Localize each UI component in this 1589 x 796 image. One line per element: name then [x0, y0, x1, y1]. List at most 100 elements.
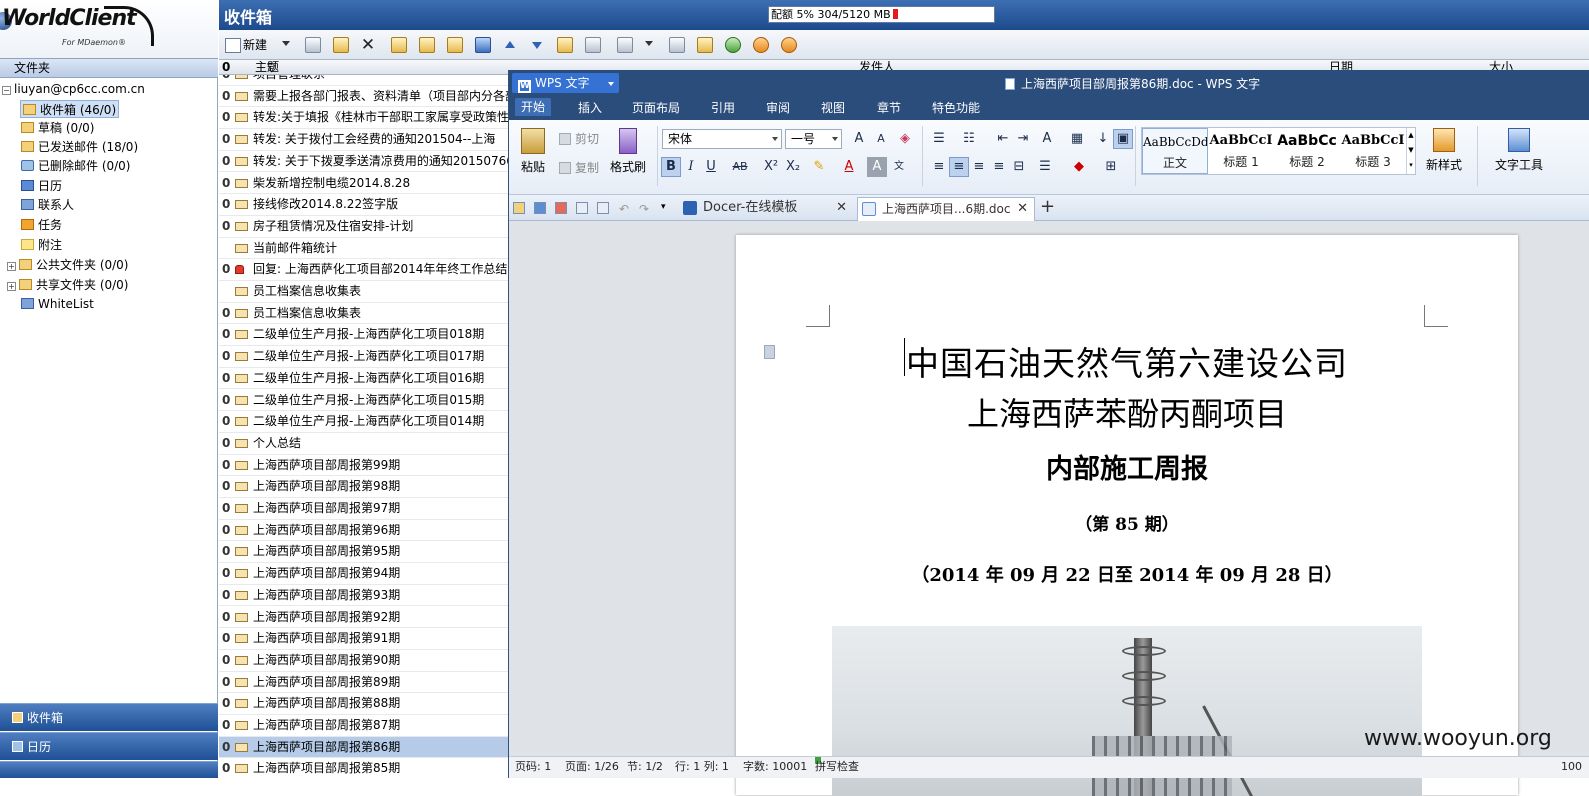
expand-icon[interactable]: + [7, 282, 16, 291]
nav-calendar-button[interactable]: 日历 [0, 732, 218, 760]
shrink-font-icon[interactable]: A [871, 129, 891, 149]
print-preview-icon[interactable] [597, 202, 609, 214]
message-row[interactable]: 0 项目管理联系 [219, 75, 509, 86]
folder-calendar[interactable]: 日历 [21, 177, 62, 195]
subscript-button[interactable]: X₂ [783, 157, 803, 177]
junk-icon[interactable] [475, 37, 491, 53]
message-row[interactable]: 0 上海西萨项目部周报第98期 [219, 476, 509, 498]
expand-icon[interactable]: + [7, 262, 16, 271]
message-row[interactable]: 0 上海西萨项目部周报第89期 [219, 672, 509, 694]
view-source-icon[interactable] [585, 37, 601, 53]
message-row[interactable]: 0 上海西萨项目部周报第88期 [219, 693, 509, 715]
reply-icon[interactable] [391, 37, 407, 53]
tab-review[interactable]: 审阅 [766, 100, 790, 116]
new-dropdown-icon[interactable] [282, 41, 290, 46]
line-spacing-icon[interactable]: ☰ [1035, 157, 1055, 177]
message-row[interactable]: 0 二级单位生产月报-上海西萨化工项目016期 [219, 368, 509, 390]
font-size-select[interactable]: 一号 [785, 129, 842, 149]
message-row[interactable]: 0 二级单位生产月报-上海西萨化工项目018期 [219, 324, 509, 347]
char-shading-button[interactable]: A [867, 157, 887, 177]
sort-icon[interactable]: ↓ [1093, 129, 1113, 149]
message-row[interactable]: 0 上海西萨项目部周报第95期 [219, 541, 509, 564]
folder-tasks[interactable]: 任务 [21, 216, 62, 234]
message-row[interactable]: 0 二级单位生产月报-上海西萨化工项目015期 [219, 390, 509, 412]
next-icon[interactable] [529, 37, 545, 53]
message-row[interactable]: 0 上海西萨项目部周报第93期 [219, 585, 509, 607]
layout-dropdown-icon[interactable] [645, 41, 653, 46]
document-page[interactable]: 中国石油天然气第六建设公司 上海西萨苯酚丙酮项目 内部施工周报 （第 85 期）… [736, 235, 1518, 796]
decrease-indent-icon[interactable]: ⇤ [993, 129, 1013, 149]
justify-icon[interactable]: ≡ [989, 157, 1009, 177]
style-normal[interactable]: AaBbCcDd 正文 [1142, 128, 1208, 174]
show-marks-icon[interactable]: ▣ [1113, 129, 1133, 149]
new-style-button[interactable]: 新样式 [1419, 128, 1469, 173]
save-icon[interactable] [534, 202, 546, 214]
print-icon[interactable] [305, 37, 321, 53]
hand-icon[interactable] [781, 37, 797, 53]
message-row[interactable]: 0 上海西萨项目部周报第96期 [219, 520, 509, 542]
folder-shared[interactable]: + 共享文件夹 (0/0) [7, 276, 129, 294]
copy-button[interactable]: 复制 [559, 159, 599, 176]
nav-more-button[interactable] [0, 761, 218, 778]
folder-deleted[interactable]: 已删除邮件 (0/0) [21, 157, 131, 175]
font-color-button[interactable]: A [839, 157, 859, 177]
forward-icon[interactable] [447, 37, 463, 53]
style-heading-1[interactable]: AaBbCcI 标题 1 [1208, 128, 1274, 174]
text-direction-icon[interactable]: A [1037, 129, 1057, 149]
attachment-column-icon[interactable]: 0 [222, 60, 230, 74]
tab-page-layout[interactable]: 页面布局 [632, 100, 680, 116]
message-row[interactable]: 0 上海西萨项目部周报第99期 [219, 455, 509, 477]
grow-font-icon[interactable]: A [849, 129, 869, 149]
print-icon[interactable] [576, 202, 588, 214]
message-row[interactable]: 0 上海西萨项目部周报第85期 [219, 758, 509, 778]
doc-tab-docer[interactable]: Docer-在线模板 ✕ [679, 197, 853, 221]
layout-icon[interactable] [617, 37, 633, 53]
folder-sent[interactable]: 已发送邮件 (18/0) [21, 138, 138, 156]
style-gallery-scroll[interactable]: ▲ ▼ ▾ [1406, 128, 1415, 174]
align-right-icon[interactable]: ≡ [969, 157, 989, 177]
sort-icon[interactable]: ▽ [267, 60, 276, 74]
redo-icon[interactable]: ↷ [639, 202, 651, 216]
highlight-icon[interactable]: ✎ [809, 157, 829, 177]
style-heading-3[interactable]: AaBbCcI 标题 3 [1340, 128, 1406, 174]
reply-all-icon[interactable] [419, 37, 435, 53]
message-row[interactable]: 0 上海西萨项目部周报第97期 [219, 498, 509, 520]
clear-format-icon[interactable]: ◈ [895, 129, 915, 149]
message-row[interactable]: 0 二级单位生产月报-上海西萨化工项目014期 [219, 411, 509, 433]
wps-app-menu-button[interactable]: W WPS 文字 [512, 73, 619, 93]
mark-read-icon[interactable] [557, 37, 573, 53]
message-row[interactable]: 0 柴发新增控制电缆2014.8.28 [219, 173, 509, 195]
undo-icon[interactable]: ↶ [619, 202, 631, 216]
format-painter-button[interactable]: 格式刷 [608, 128, 648, 175]
folder-notes[interactable]: 附注 [21, 236, 62, 254]
folder-contacts[interactable]: 联系人 [21, 196, 74, 214]
increase-indent-icon[interactable]: ⇥ [1013, 129, 1033, 149]
message-row[interactable]: 0 上海西萨项目部周报第90期 [219, 650, 509, 672]
message-row[interactable]: 0 上海西萨项目部周报第94期 [219, 563, 509, 585]
folder-public[interactable]: + 公共文件夹 (0/0) [7, 256, 129, 274]
paste-button[interactable]: 粘贴 [515, 128, 551, 175]
delete-icon[interactable]: ✕ [360, 37, 376, 54]
folder-drafts[interactable]: 草稿 (0/0) [21, 119, 95, 137]
open-icon[interactable] [513, 202, 525, 214]
close-tab-icon[interactable]: ✕ [1017, 198, 1028, 220]
columns-icon[interactable] [669, 37, 685, 53]
borders-icon[interactable]: ⊞ [1101, 157, 1121, 177]
folder-inbox[interactable]: 收件箱 (46/0) [20, 100, 120, 118]
nav-inbox-button[interactable]: 收件箱 [0, 703, 218, 731]
message-row[interactable]: 0 二级单位生产月报-上海西萨化工项目017期 [219, 346, 509, 368]
move-icon[interactable] [333, 37, 349, 53]
phonetic-icon[interactable]: 文 [889, 157, 909, 177]
close-tab-icon[interactable]: ✕ [836, 197, 847, 219]
refresh-icon[interactable] [725, 37, 741, 53]
tab-references[interactable]: 引用 [711, 100, 735, 116]
strikethrough-button[interactable]: AB [727, 157, 753, 177]
italic-button[interactable]: I [681, 157, 701, 177]
underline-button[interactable]: U [701, 157, 721, 177]
doc-tab-active[interactable]: 上海西萨项目...6期.doc ✕ [857, 197, 1035, 221]
folder-whitelist[interactable]: WhiteList [21, 295, 94, 313]
tab-insert[interactable]: 插入 [578, 100, 602, 116]
align-left-icon[interactable]: ≡ [929, 157, 949, 177]
message-row[interactable]: 0 房子租赁情况及住宿安排-计划 [219, 216, 509, 238]
tab-features[interactable]: 特色功能 [932, 100, 980, 116]
